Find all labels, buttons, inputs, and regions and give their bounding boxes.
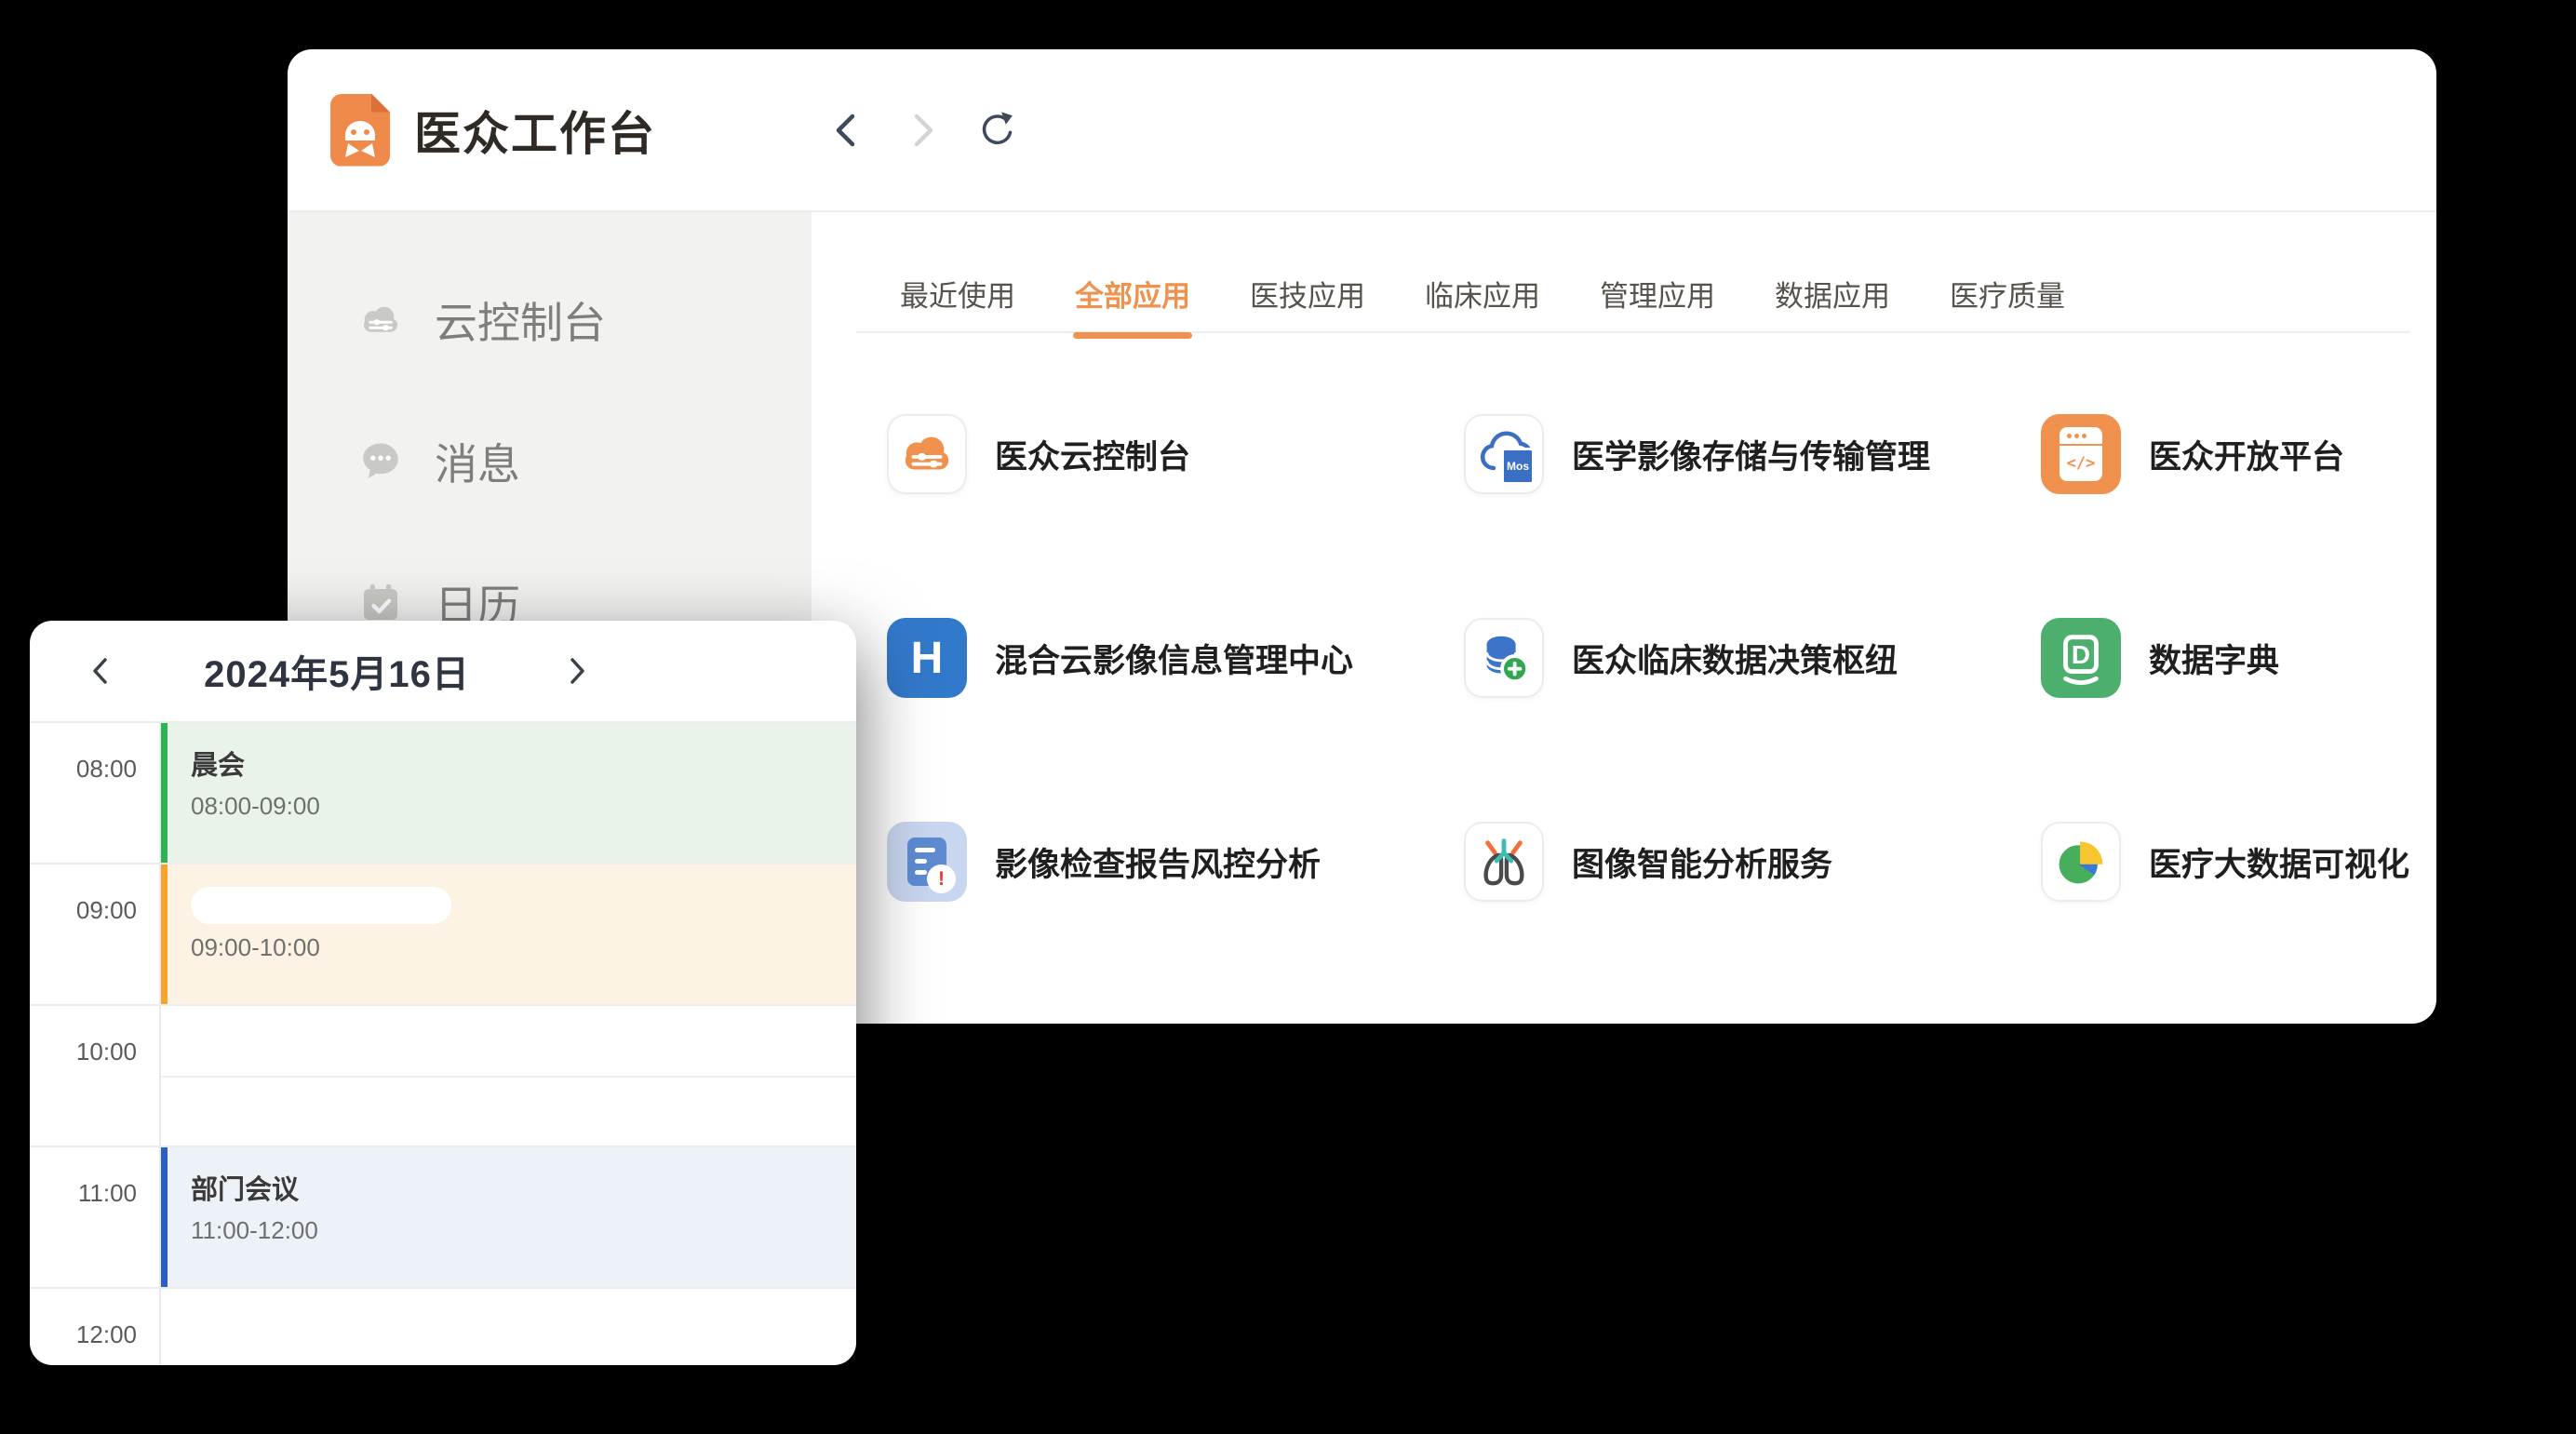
app-label: 图像智能分析服务: [1572, 838, 1832, 886]
event-title-redacted: [191, 887, 451, 924]
mascot-icon: [330, 100, 390, 161]
event-time: 08:00-09:00: [191, 792, 856, 821]
forward-button[interactable]: [901, 110, 942, 151]
calendar-check-icon: [358, 581, 403, 625]
app-tile: !: [887, 822, 967, 902]
time-label: 10:00: [30, 1038, 159, 1066]
app-logo: [330, 94, 390, 167]
app-tile: D: [2041, 618, 2121, 698]
calendar-date-title: 2024年5月16日: [132, 644, 542, 698]
calendar-day-grid: 晨会 08:00-09:00 09:00-10:00 部门会议 11:00-12…: [30, 723, 856, 1365]
app-tile: [887, 414, 967, 494]
back-button[interactable]: [827, 110, 868, 151]
code-window-icon: </>: [2059, 427, 2102, 481]
tab-bar: 最近使用 全部应用 医技应用 临床应用 管理应用 数据应用 医疗质量: [856, 212, 2409, 333]
main-content: 最近使用 全部应用 医技应用 临床应用 管理应用 数据应用 医疗质量: [812, 212, 2436, 1022]
calendar-prev-button[interactable]: [80, 650, 121, 691]
app-label: 医众云控制台: [995, 431, 1190, 478]
lungs-ai-icon: [1475, 833, 1533, 891]
hour-gridline: [30, 1287, 856, 1289]
time-label: 09:00: [30, 896, 159, 925]
app-image-ai-analysis[interactable]: 图像智能分析服务: [1464, 822, 2041, 902]
sidebar-item-messages[interactable]: 消息: [288, 391, 812, 532]
app-label: 数据字典: [2149, 635, 2279, 682]
report-alert-icon: !: [907, 838, 946, 886]
app-title: 医众工作台: [414, 97, 656, 164]
tab-medtech-apps[interactable]: 医技应用: [1250, 273, 1365, 315]
sidebar-item-label: 消息: [435, 431, 520, 492]
time-label: 12:00: [30, 1320, 159, 1349]
alert-exclamation-icon: !: [927, 864, 956, 893]
app-open-platform[interactable]: </> 医众开放平台: [2041, 414, 2409, 494]
app-report-risk-analysis[interactable]: ! 影像检查报告风控分析: [887, 822, 1464, 902]
time-label: 11:00: [30, 1179, 159, 1208]
app-label: 医学影像存储与传输管理: [1572, 431, 1930, 478]
tab-management-apps[interactable]: 管理应用: [1600, 273, 1715, 315]
time-gutter-divider: [159, 723, 161, 1365]
calendar-event-morning-meeting[interactable]: 晨会 08:00-09:00: [159, 723, 856, 864]
tab-label: 全部应用: [1075, 280, 1190, 313]
cloud-icon: [358, 298, 403, 342]
app-image-storage[interactable]: Mos 医学影像存储与传输管理: [1464, 414, 2041, 494]
mos-badge: Mos: [1501, 448, 1535, 485]
letter-h-icon: H: [911, 633, 944, 684]
app-cloud-console[interactable]: 医众云控制台: [887, 414, 1464, 494]
active-tab-underline: [1073, 332, 1192, 339]
tab-clinical-apps[interactable]: 临床应用: [1425, 273, 1540, 315]
app-data-dictionary[interactable]: D 数据字典: [2041, 618, 2409, 698]
app-label: 混合云影像信息管理中心: [995, 635, 1353, 682]
pie-chart-icon: [2053, 834, 2109, 890]
event-time: 11:00-12:00: [191, 1216, 856, 1245]
event-title: 部门会议: [191, 1168, 856, 1207]
calendar-panel: 2024年5月16日 晨会 08:00-09:00 09:00-10:00 部门…: [30, 621, 856, 1365]
calendar-event-department-meeting[interactable]: 部门会议 11:00-12:00: [159, 1147, 856, 1289]
app-grid: 医众云控制台 Mos 医学影像存储与传输管理: [887, 414, 2409, 1024]
message-bubble-icon: [358, 439, 403, 484]
app-label: 影像检查报告风控分析: [995, 838, 1321, 886]
half-hour-gridline: [161, 1076, 856, 1078]
hour-gridline: [30, 1146, 856, 1147]
chevron-left-icon: [827, 110, 868, 151]
browser-nav: [827, 49, 1015, 210]
app-tile: [1464, 822, 1544, 902]
app-tile: [2041, 822, 2121, 902]
tab-all-apps[interactable]: 全部应用: [1075, 273, 1190, 315]
hour-gridline: [30, 863, 856, 864]
app-tile: H: [887, 618, 967, 698]
page: 医众工作台: [0, 0, 2576, 1434]
tab-quality-apps[interactable]: 医疗质量: [1950, 273, 2065, 315]
database-plus-icon: [1475, 629, 1533, 687]
cloud-sliders-icon: [898, 425, 956, 483]
tab-recently-used[interactable]: 最近使用: [900, 273, 1015, 315]
app-label: 医疗大数据可视化: [2149, 838, 2409, 886]
app-bigdata-visualization[interactable]: 医疗大数据可视化: [2041, 822, 2409, 902]
app-tile: Mos: [1464, 414, 1544, 494]
chevron-left-icon: [85, 652, 116, 690]
event-title: 晨会: [191, 744, 856, 783]
time-label: 08:00: [30, 755, 159, 784]
event-time: 09:00-10:00: [191, 933, 856, 962]
sidebar-item-label: 云控制台: [435, 289, 606, 351]
chevron-right-icon: [901, 110, 942, 151]
chevron-right-icon: [561, 652, 593, 690]
calendar-event-redacted[interactable]: 09:00-10:00: [159, 864, 856, 1006]
refresh-button[interactable]: [974, 110, 1015, 151]
app-hybrid-cloud-center[interactable]: H 混合云影像信息管理中心: [887, 618, 1464, 698]
app-label: 医众临床数据决策枢纽: [1572, 635, 1898, 682]
sidebar-item-cloud-console[interactable]: 云控制台: [288, 249, 812, 391]
code-glyph: </>: [2059, 454, 2102, 473]
window-dots: [2059, 427, 2102, 446]
app-tile: </>: [2041, 414, 2121, 494]
app-tile: [1464, 618, 1544, 698]
app-label: 医众开放平台: [2149, 431, 2344, 478]
calendar-next-button[interactable]: [557, 650, 597, 691]
letter-d-glyph: D: [2041, 640, 2121, 670]
window-header: 医众工作台: [288, 49, 2436, 212]
app-clinical-data-hub[interactable]: 医众临床数据决策枢纽: [1464, 618, 2041, 698]
tab-data-apps[interactable]: 数据应用: [1775, 273, 1890, 315]
calendar-header: 2024年5月16日: [30, 621, 856, 723]
hour-gridline: [30, 1004, 856, 1006]
refresh-icon: [974, 106, 1015, 154]
